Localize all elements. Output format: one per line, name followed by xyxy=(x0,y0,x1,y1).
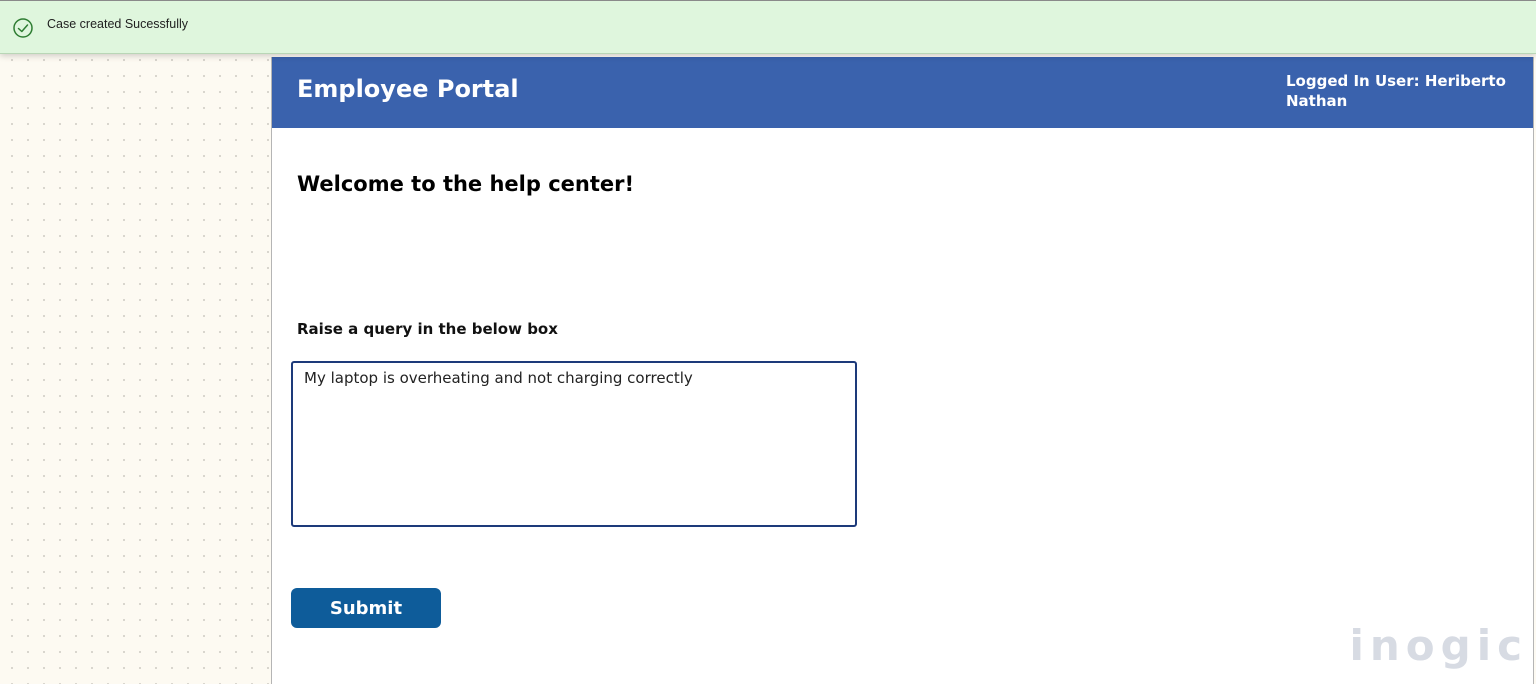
submit-button[interactable]: Submit xyxy=(291,588,441,628)
query-label: Raise a query in the below box xyxy=(297,320,558,338)
portal-title: Employee Portal xyxy=(297,75,519,103)
logged-in-user: Logged In User: Heriberto Nathan xyxy=(1286,72,1506,110)
welcome-heading: Welcome to the help center! xyxy=(297,172,635,196)
check-circle-icon xyxy=(13,18,33,38)
notification-message: Case created Sucessfully xyxy=(47,17,189,31)
portal-header: Employee Portal Logged In User: Heribert… xyxy=(272,57,1533,128)
inogic-watermark: inogic xyxy=(1349,621,1528,670)
success-notification: Case created Sucessfully xyxy=(0,0,1536,54)
employee-portal-app: Employee Portal Logged In User: Heribert… xyxy=(271,57,1534,684)
query-input[interactable]: My laptop is overheating and not chargin… xyxy=(291,361,857,527)
